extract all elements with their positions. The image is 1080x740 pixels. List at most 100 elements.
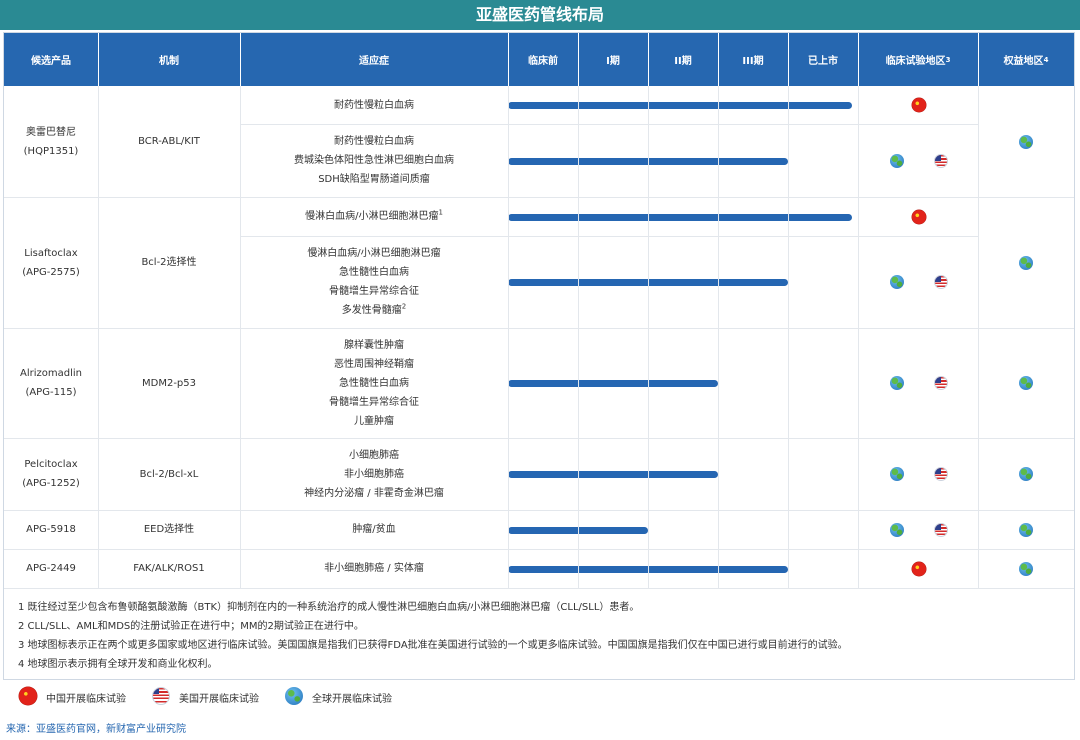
globe-icon	[890, 467, 904, 481]
globe-icon	[1019, 256, 1033, 270]
candidate-name-text: Pelcitoclax	[24, 459, 78, 470]
footnote-2: 2 CLL/SLL、AML和MDS的注册试验正在进行中；MM的2期试验正在进行中…	[18, 621, 364, 632]
globe-icon	[890, 376, 904, 390]
candidate-name: APG-5918	[4, 510, 98, 549]
header-phase1: I期	[578, 33, 648, 86]
indication-cell: 小细胞肺癌 非小细胞肺癌 神经内分泌瘤 / 非霍奇金淋巴瘤	[240, 438, 508, 510]
indication-text: 耐药性慢粒白血病	[334, 99, 414, 111]
china-flag-icon	[912, 562, 926, 576]
indication-cell: 腺样囊性肿瘤恶性周围神经鞘瘤急性髓性白血病 骨髓增生异常综合征 儿童肿瘤	[240, 328, 508, 438]
indication-text: 骨髓增生异常综合征	[329, 286, 419, 297]
column-divider	[508, 86, 509, 588]
globe-icon	[1019, 467, 1033, 481]
globe-icon	[285, 687, 303, 705]
us-flag-icon	[934, 523, 948, 537]
pipeline-progress-bar	[508, 102, 852, 109]
candidate-code-text: (APG-115)	[25, 387, 77, 398]
globe-icon	[1019, 523, 1033, 537]
globe-icon	[890, 275, 904, 289]
indication-cell: 慢淋白血病/小淋巴细胞淋巴瘤1	[240, 197, 508, 236]
footnote-1: 1 既往经过至少包含布鲁顿酪氨酸激酶（BTK）抑制剂在内的一种系统治疗的成人慢性…	[18, 602, 640, 613]
indication-text: SDH缺陷型胃肠道间质瘤	[318, 174, 430, 185]
us-flag-icon	[934, 275, 948, 289]
candidate-name-text: APG-2449	[26, 563, 76, 574]
mechanism-cell: BCR-ABL/KIT	[98, 86, 240, 197]
candidate-name: APG-2449	[4, 549, 98, 588]
header-indication: 适应症	[240, 33, 508, 86]
column-divider	[98, 86, 99, 588]
legend-china-label: 中国开展临床试验	[46, 694, 126, 705]
indication-text: 慢淋白血病/小淋巴细胞淋巴瘤	[305, 211, 439, 222]
header-launched: 已上市	[788, 33, 858, 86]
header-phase2: II期	[648, 33, 718, 86]
globe-icon	[1019, 562, 1033, 576]
indication-line: 骨髓增生异常综合征	[329, 282, 419, 301]
indication-text: 非小细胞肺癌 / 实体瘤	[324, 563, 424, 574]
globe-icon	[1019, 376, 1033, 390]
indication-footnote-marker: 2	[401, 302, 407, 311]
indication-text: 急性髓性白血病	[339, 267, 409, 278]
mechanism-cell: Bcl-2选择性	[98, 197, 240, 328]
indication-text: 儿童肿瘤	[354, 415, 394, 427]
indication-line: 费城染色体阳性急性淋巴细胞白血病	[294, 151, 454, 170]
pipeline-progress-bar	[508, 471, 718, 478]
legend-us-label: 美国开展临床试验	[179, 694, 259, 705]
indication-line: 非小细胞肺癌 / 实体瘤	[324, 559, 424, 578]
legend-global-label: 全球开展临床试验	[312, 694, 392, 705]
mechanism-text: BCR-ABL/KIT	[138, 136, 200, 147]
indication-text: 肿瘤/贫血	[352, 524, 396, 535]
header-mechanism: 机制	[98, 33, 240, 86]
us-flag-icon	[934, 376, 948, 390]
column-divider	[648, 86, 649, 588]
indication-line: 小细胞肺癌	[349, 446, 399, 465]
indication-line: 多发性骨髓瘤2	[342, 301, 406, 320]
header-rights-region: 权益地区 4	[978, 33, 1074, 86]
header-trial-region-label: 临床试验地区	[885, 56, 946, 67]
footnote-3: 3 地球图标表示正在两个或更多国家或地区进行临床试验。美国国旗是指我们已获得FD…	[18, 640, 848, 651]
indication-line: 骨髓增生异常综合征	[329, 393, 419, 412]
indication-text: 骨髓增生异常综合征	[329, 396, 419, 408]
indication-cell: 耐药性慢粒白血病费城染色体阳性急性淋巴细胞白血病 SDH缺陷型胃肠道间质瘤	[240, 124, 508, 197]
column-divider	[788, 86, 789, 588]
mechanism-text: FAK/ALK/ROS1	[133, 563, 205, 574]
indication-text: 慢淋白血病/小淋巴细胞淋巴瘤	[307, 248, 441, 259]
china-flag-icon	[19, 687, 37, 705]
header-trial-region-footnote: 3	[945, 55, 951, 64]
mechanism-cell: Bcl-2/Bcl-xL	[98, 438, 240, 510]
header-candidate: 候选产品	[4, 33, 98, 86]
indication-text: 急性髓性白血病	[339, 377, 409, 389]
us-flag-icon	[934, 154, 948, 168]
us-flag-icon	[152, 687, 170, 705]
indication-line: 慢淋白血病/小淋巴细胞淋巴瘤1	[305, 207, 443, 226]
indication-text: 多发性骨髓瘤	[341, 305, 402, 316]
candidate-name: Alrizomadlin (APG-115)	[4, 328, 98, 438]
pipeline-progress-bar	[508, 380, 718, 387]
column-divider	[978, 86, 979, 588]
indication-line: 耐药性慢粒白血病	[334, 96, 414, 115]
mechanism-cell: FAK/ALK/ROS1	[98, 549, 240, 588]
footnote-4: 4 地球图示表示拥有全球开发和商业化权利。	[18, 659, 218, 670]
candidate-name-text: Lisaftoclax	[24, 247, 78, 259]
column-divider	[240, 86, 241, 588]
candidate-code-text: (APG-1252)	[22, 478, 80, 489]
candidate-name: 奥雷巴替尼 (HQP1351)	[4, 86, 98, 197]
indication-text: 腺样囊性肿瘤	[344, 339, 404, 351]
indication-text: 耐药性慢粒白血病	[334, 136, 414, 147]
candidate-name-text: 奥雷巴替尼	[26, 126, 76, 138]
header-preclinical: 临床前	[508, 33, 578, 86]
candidate-name: Lisaftoclax (APG-2575)	[4, 197, 98, 328]
us-flag-icon	[934, 467, 948, 481]
indication-line: 急性髓性白血病	[339, 374, 409, 393]
source-note: 来源：亚盛医药官网，新财富产业研究院	[6, 724, 186, 735]
header-trial-region: 临床试验地区 3	[858, 33, 978, 86]
column-divider	[718, 86, 719, 588]
globe-icon	[1019, 135, 1033, 149]
indication-text: 非小细胞肺癌	[344, 468, 404, 480]
candidate-name-text: APG-5918	[26, 524, 76, 535]
header-rights-region-label: 权益地区	[1003, 56, 1044, 67]
indication-footnote-marker: 1	[438, 208, 443, 217]
indication-line: 恶性周围神经鞘瘤	[334, 355, 414, 374]
indication-cell: 慢淋白血病/小淋巴细胞淋巴瘤 急性髓性白血病 骨髓增生异常综合征 多发性骨髓瘤2	[240, 236, 508, 328]
indication-cell: 肿瘤/贫血	[240, 510, 508, 549]
candidate-name: Pelcitoclax (APG-1252)	[4, 438, 98, 510]
